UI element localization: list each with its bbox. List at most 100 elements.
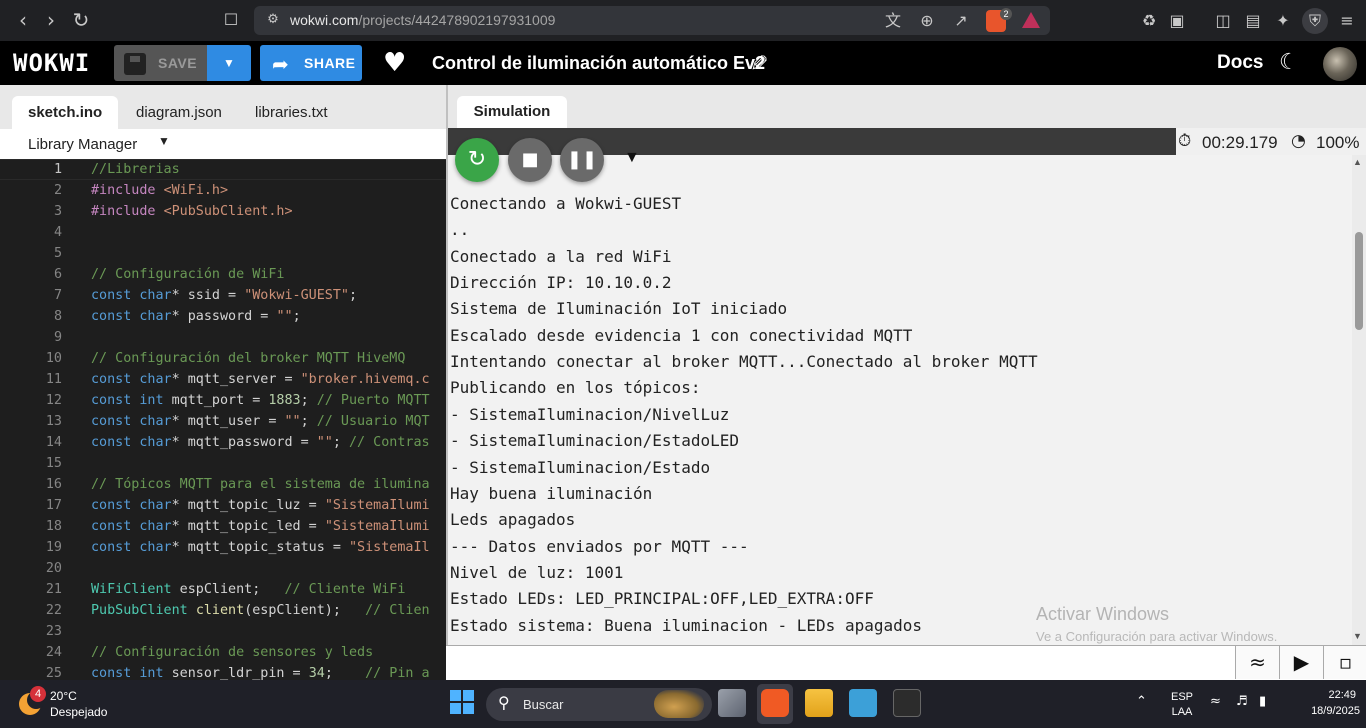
network-icon[interactable]: ≈: [1210, 694, 1221, 709]
line-code[interactable]: //Librerias: [91, 159, 180, 180]
code-line[interactable]: 3 #include <PubSubClient.h>: [0, 201, 446, 222]
zoom-icon[interactable]: ⊕: [916, 10, 938, 32]
back-icon[interactable]: ‹: [10, 8, 36, 32]
restart-simulation-button[interactable]: ↻: [455, 138, 499, 182]
code-line[interactable]: 9: [0, 327, 446, 348]
pause-simulation-button[interactable]: ❚❚: [560, 138, 604, 182]
brave-rewards-icon[interactable]: [1022, 12, 1040, 28]
pencil-icon[interactable]: ✎: [750, 52, 768, 77]
line-code[interactable]: const char* mqtt_topic_led = "SistemaIlu…: [91, 516, 430, 537]
code-line[interactable]: 14 const char* mqtt_password = ""; // Con…: [0, 432, 446, 453]
library-manager-label[interactable]: Library Manager: [28, 136, 137, 153]
line-code[interactable]: const char* mqtt_topic_status = "Sistema…: [91, 537, 430, 558]
line-code[interactable]: // Configuración del broker MQTT HiveMQ: [91, 348, 405, 369]
save-dropdown-button[interactable]: ▼: [207, 45, 251, 81]
vpn-icon[interactable]: ⛨: [1302, 8, 1328, 34]
play-icon[interactable]: ▶: [1279, 646, 1323, 679]
code-line[interactable]: 23: [0, 621, 446, 642]
code-line[interactable]: 16 // Tópicos MQTT para el sistema de ilu…: [0, 474, 446, 495]
clock-date[interactable]: 18/9/2025: [1290, 705, 1360, 717]
line-code[interactable]: const char* mqtt_password = ""; // Contr…: [91, 432, 430, 453]
code-line[interactable]: 21 WiFiClient espClient; // Cliente WiFi: [0, 579, 446, 600]
forward-icon[interactable]: ›: [38, 8, 64, 32]
line-number: 7: [53, 288, 62, 303]
line-code[interactable]: const char* mqtt_user = ""; // Usuario M…: [91, 411, 430, 432]
language-indicator[interactable]: ESP LAA: [1171, 690, 1193, 720]
scroll-up-icon[interactable]: ▲: [1353, 157, 1362, 167]
line-code[interactable]: const char* ssid = "Wokwi-GUEST";: [91, 285, 357, 306]
code-line[interactable]: 17 const char* mqtt_topic_luz = "SistemaI…: [0, 495, 446, 516]
line-code[interactable]: // Configuración de WiFi: [91, 264, 284, 285]
code-line[interactable]: 13 const char* mqtt_user = ""; // Usuario…: [0, 411, 446, 432]
tab-simulation[interactable]: Simulation: [457, 96, 567, 128]
battery-icon[interactable]: ▮: [1259, 694, 1266, 709]
serial-input[interactable]: [448, 646, 1234, 679]
menu-icon[interactable]: ≡: [1336, 10, 1358, 32]
windows-start-icon[interactable]: [450, 690, 474, 714]
brave-browser-icon[interactable]: [761, 689, 789, 717]
share-page-icon[interactable]: ↗: [950, 10, 972, 32]
site-settings-icon[interactable]: ⚙: [262, 9, 284, 31]
code-line[interactable]: 2 #include <WiFi.h>: [0, 180, 446, 201]
reload-icon[interactable]: ↻: [68, 8, 94, 32]
code-line[interactable]: 19 const char* mqtt_topic_status = "Siste…: [0, 537, 446, 558]
file-explorer-icon[interactable]: [805, 689, 833, 717]
line-code[interactable]: // Configuración de sensores y leds: [91, 642, 373, 663]
code-line[interactable]: 5: [0, 243, 446, 264]
code-line[interactable]: 12 const int mqtt_port = 1883; // Puerto …: [0, 390, 446, 411]
line-code[interactable]: #include <WiFi.h>: [91, 180, 228, 201]
terminal-icon[interactable]: [893, 689, 921, 717]
code-line[interactable]: 8 const char* password = "";: [0, 306, 446, 327]
moon-icon[interactable]: ☾: [1279, 50, 1299, 75]
code-line[interactable]: 6 // Configuración de WiFi: [0, 264, 446, 285]
code-line[interactable]: 1 //Librerias: [0, 159, 446, 180]
docs-link[interactable]: Docs: [1217, 52, 1263, 74]
translate-icon[interactable]: 文: [882, 10, 904, 32]
wallet-icon[interactable]: ▤: [1242, 10, 1264, 32]
code-line[interactable]: 24 // Configuración de sensores y leds: [0, 642, 446, 663]
weather-temperature[interactable]: 20°C: [50, 689, 77, 703]
tab-libraries-txt[interactable]: libraries.txt: [239, 96, 344, 129]
leo-ai-icon[interactable]: ✦: [1272, 10, 1294, 32]
bookmark-icon[interactable]: ☐: [218, 8, 244, 32]
show-hidden-icons-icon[interactable]: ⌃: [1136, 694, 1147, 709]
extensions-icon[interactable]: ♻: [1138, 10, 1160, 32]
code-line[interactable]: 11 const char* mqtt_server = "broker.hive…: [0, 369, 446, 390]
code-line[interactable]: 18 const char* mqtt_topic_led = "SistemaI…: [0, 516, 446, 537]
plotter-icon[interactable]: ≈: [1235, 646, 1279, 679]
notepad-icon[interactable]: [849, 689, 877, 717]
chevron-down-icon[interactable]: ▼: [158, 134, 170, 148]
line-code[interactable]: WiFiClient espClient; // Cliente WiFi: [91, 579, 405, 600]
line-code[interactable]: const char* mqtt_topic_luz = "SistemaIlu…: [91, 495, 430, 516]
clock-time[interactable]: 22:49: [1316, 689, 1356, 701]
code-line[interactable]: 20: [0, 558, 446, 579]
line-code[interactable]: #include <PubSubClient.h>: [91, 201, 293, 222]
line-code[interactable]: const char* mqtt_server = "broker.hivemq…: [91, 369, 430, 390]
volume-icon[interactable]: ♬: [1236, 694, 1248, 709]
line-code[interactable]: PubSubClient client(espClient); // Clien: [91, 600, 430, 621]
wokwi-logo[interactable]: WOKWI: [13, 49, 90, 77]
line-code[interactable]: // Tópicos MQTT para el sistema de ilumi…: [91, 474, 430, 495]
heart-icon[interactable]: ♥: [383, 48, 406, 78]
task-view-icon[interactable]: [718, 689, 746, 717]
weather-description[interactable]: Despejado: [50, 705, 107, 719]
line-code[interactable]: const int mqtt_port = 1883; // Puerto MQ…: [91, 390, 430, 411]
trash-icon[interactable]: ▫: [1323, 646, 1366, 679]
project-title[interactable]: Control de iluminación automático Ev2: [432, 53, 765, 74]
code-line[interactable]: 10 // Configuración del broker MQTT HiveM…: [0, 348, 446, 369]
serial-scrollbar-thumb[interactable]: [1355, 232, 1363, 330]
line-code[interactable]: const char* password = "";: [91, 306, 301, 327]
serial-scrollbar[interactable]: [1352, 155, 1366, 645]
media-icon[interactable]: ▣: [1166, 10, 1188, 32]
scroll-down-icon[interactable]: ▼: [1353, 631, 1362, 641]
stop-simulation-button[interactable]: ■: [508, 138, 552, 182]
tab-diagram-json[interactable]: diagram.json: [120, 96, 238, 129]
tab-sketch-ino[interactable]: sketch.ino: [12, 96, 119, 129]
code-line[interactable]: 15: [0, 453, 446, 474]
code-line[interactable]: 22 PubSubClient client(espClient); // Cli…: [0, 600, 446, 621]
code-line[interactable]: 4: [0, 222, 446, 243]
sidebar-icon[interactable]: ◫: [1212, 10, 1234, 32]
code-line[interactable]: 7 const char* ssid = "Wokwi-GUEST";: [0, 285, 446, 306]
avatar[interactable]: [1323, 47, 1357, 81]
url-text[interactable]: wokwi.com/projects/442478902197931009: [290, 12, 555, 28]
